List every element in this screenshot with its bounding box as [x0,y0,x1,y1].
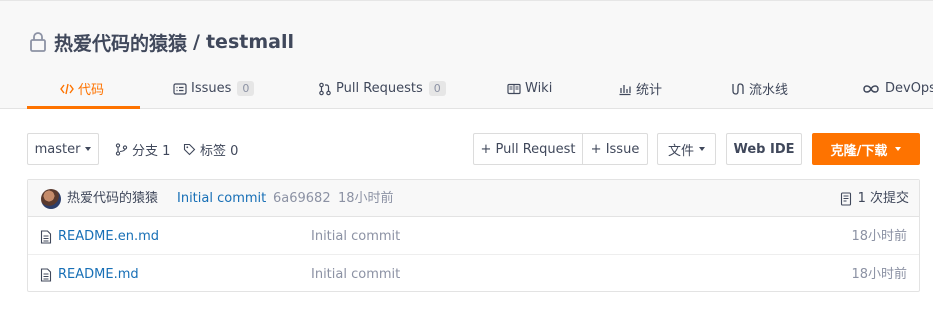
commits-icon [840,191,851,206]
pipeline-icon [732,82,744,95]
file-commit-message[interactable]: Initial commit [311,256,400,293]
commit-count-label: 1 次提交 [857,191,909,206]
bar-chart-icon [619,84,631,95]
file-commit-message[interactable]: Initial commit [311,218,400,255]
branch-icon [115,142,128,156]
infinity-icon [863,84,879,93]
file-name: README.en.md [58,229,159,244]
tab-pull-requests[interactable]: Pull Requests 0 [318,67,446,110]
tag-icon [183,143,196,155]
file-name-link[interactable]: README.md [40,256,139,293]
latest-commit-bar: 热爱代码的猿猿 Initial commit 6a69682 18小时前 1 次… [28,180,919,217]
tab-label: Wiki [525,81,553,96]
avatar[interactable] [41,189,61,209]
chevron-down-icon [699,147,705,151]
tab-label: Pull Requests [336,81,423,96]
tab-stats[interactable]: 统计 [618,67,662,110]
tab-code[interactable]: 代码 [60,67,104,110]
commit-message-link[interactable]: Initial commit [177,180,266,217]
branch-name: master [34,141,81,157]
pull-requests-count-badge: 0 [428,81,446,96]
repo-header: 热爱代码的猿猿 / testmall 代码 Issues 0 Pull Requ… [0,0,933,109]
chevron-down-icon [895,147,902,151]
lock-icon [30,32,46,52]
file-name-link[interactable]: README.en.md [40,218,159,255]
repo-title: 热爱代码的猿猿 / testmall [28,29,294,55]
tab-label: 统计 [636,83,663,98]
issues-icon [173,82,187,95]
new-pull-request-button[interactable]: + Pull Request [473,133,583,165]
new-issue-button[interactable]: + Issue [582,133,648,165]
repo-tabs: 代码 Issues 0 Pull Requests 0 Wiki 统计 流水线 … [0,67,933,110]
issues-count-badge: 0 [237,81,255,96]
file-name: README.md [58,267,139,282]
file-icon [40,229,52,244]
tab-label: 代码 [78,83,105,98]
chevron-down-icon [85,147,92,151]
file-icon [40,267,52,282]
tab-issues[interactable]: Issues 0 [173,67,255,110]
tags-label: 标签 0 [200,143,239,159]
branch-select[interactable]: master [27,133,99,165]
file-list: 热爱代码的猿猿 Initial commit 6a69682 18小时前 1 次… [27,179,920,292]
code-icon [60,83,74,94]
repo-separator: / [193,31,200,53]
tab-label: 流水线 [749,83,789,98]
repo-name-link[interactable]: testmall [206,31,294,53]
web-ide-button[interactable]: Web IDE [726,133,802,165]
file-commit-time: 18小时前 [851,267,907,282]
tab-label: Issues [191,81,232,96]
file-menu-button[interactable]: 文件 [657,133,716,165]
clone-download-button[interactable]: 克隆/下载 [812,133,920,165]
active-tab-indicator [27,106,140,109]
file-commit-time: 18小时前 [851,229,907,244]
clone-download-label: 克隆/下载 [830,143,888,159]
file-menu-label: 文件 [667,143,694,159]
pull-request-icon [319,82,331,95]
tags-link[interactable]: 标签 0 [183,133,238,165]
commit-time: 18小时前 [338,191,394,206]
repo-toolbar: master 分支 1 标签 0 + Pull Request + Issue … [0,133,933,165]
file-row: README.md Initial commit 18小时前 [28,256,919,293]
branches-link[interactable]: 分支 1 [115,133,170,165]
commit-hash[interactable]: 6a69682 [273,180,331,217]
tab-wiki[interactable]: Wiki [507,67,552,110]
commit-count-link[interactable]: 1 次提交 [840,180,909,217]
tab-pipeline[interactable]: 流水线 [731,67,788,110]
commit-author[interactable]: 热爱代码的猿猿 [67,180,158,217]
repo-owner-link[interactable]: 热爱代码的猿猿 [54,29,187,56]
tab-devops[interactable]: DevOps [861,67,933,110]
file-row: README.en.md Initial commit 18小时前 [28,218,919,255]
tab-label: DevOps [885,81,933,96]
book-icon [507,83,521,94]
branches-label: 分支 1 [132,143,171,159]
